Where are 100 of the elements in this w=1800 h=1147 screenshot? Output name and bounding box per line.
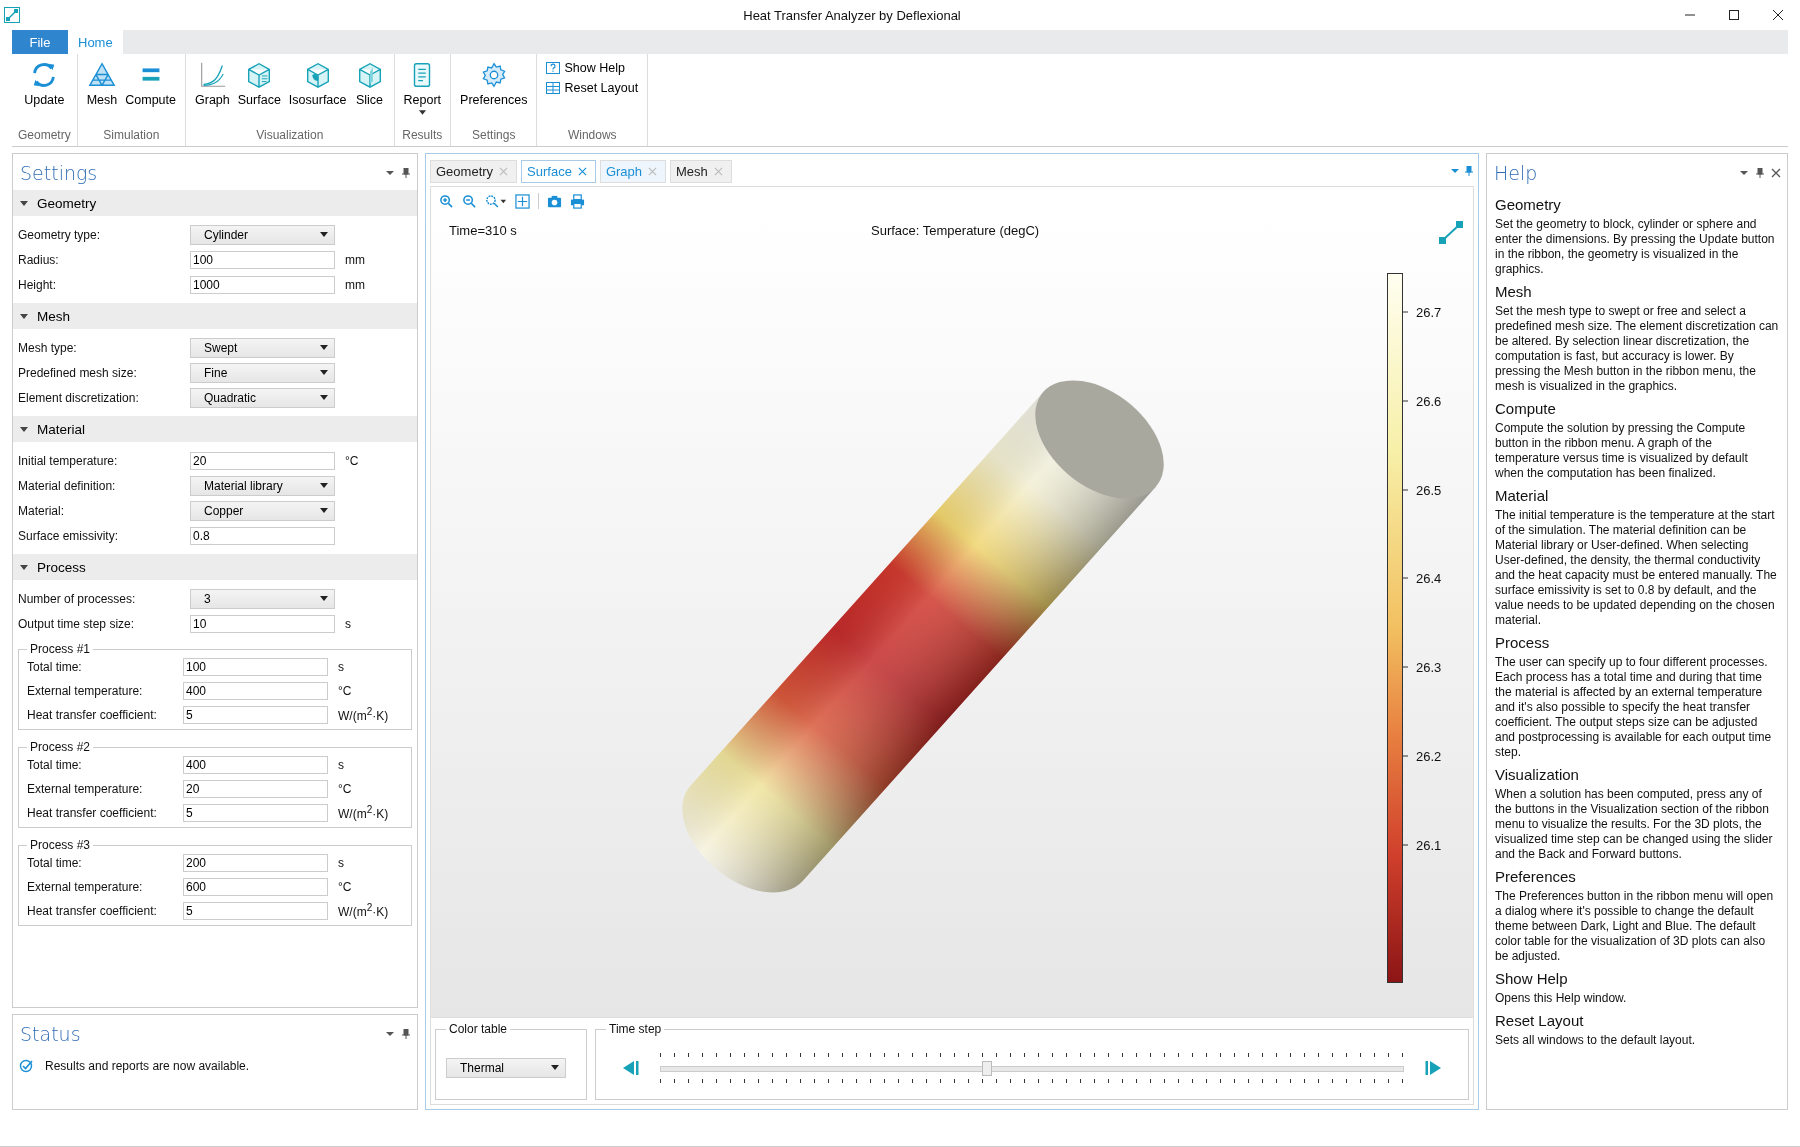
- unit-label: s: [338, 757, 344, 772]
- input-field[interactable]: 20: [190, 451, 335, 470]
- close-icon[interactable]: [1771, 168, 1781, 178]
- pin-icon[interactable]: [1464, 166, 1474, 176]
- app-icon: [4, 7, 20, 23]
- view-tab[interactable]: Geometry: [430, 159, 518, 183]
- input-field[interactable]: 20: [183, 779, 328, 798]
- input-field[interactable]: 200: [183, 853, 328, 872]
- input-field[interactable]: 400: [183, 681, 328, 700]
- help-text: The Preferences button in the ribbon menu will open a dialog where it's possible to change the default theme between Dark, Light and Blue. The default color table for the visualization of 3D plots can also be adjusted.: [1495, 889, 1775, 964]
- help-text: Sets all windows to the default layout.: [1495, 1033, 1697, 1048]
- pin-icon[interactable]: [401, 1029, 411, 1039]
- input-field[interactable]: 5: [183, 901, 328, 920]
- unit-label: W/(m$^{2}$·K): [338, 804, 389, 821]
- group-label: Results: [402, 128, 443, 144]
- zoom-extents-icon[interactable]: [515, 193, 530, 209]
- input-field[interactable]: 5: [183, 705, 328, 724]
- dropdown[interactable]: Quadratic: [190, 387, 335, 408]
- collapse-icon: [19, 562, 29, 572]
- plot-title: Surface: Temperature (degC): [871, 223, 1040, 238]
- input-field[interactable]: 100: [190, 250, 335, 269]
- unit-label: °C: [345, 453, 359, 468]
- legend-label: 26.6: [1416, 393, 1442, 409]
- ribbon-button[interactable]: Show Help: [543, 59, 642, 77]
- field-label: Heat transfer coefficient:: [27, 805, 158, 820]
- zoom-out-icon[interactable]: [462, 193, 477, 209]
- dropdown-icon[interactable]: [385, 1029, 395, 1039]
- ribbon-tab[interactable]: File: [12, 30, 68, 54]
- ribbon-button[interactable]: Preferences: [457, 54, 531, 128]
- field-label: External temperature:: [27, 781, 144, 796]
- help-text: Opens this Help window.: [1495, 991, 1628, 1006]
- caret-icon: [320, 345, 328, 350]
- section-header[interactable]: Process: [13, 554, 417, 580]
- status-message: Results and reports are now available.: [45, 1059, 250, 1073]
- ribbon-button[interactable]: Isosurface: [285, 54, 350, 128]
- field-label: Height:: [18, 277, 58, 292]
- maximize-icon[interactable]: [1728, 9, 1740, 21]
- unit-label: °C: [338, 683, 352, 698]
- input-field[interactable]: 100: [183, 657, 328, 676]
- caret-icon: [320, 508, 328, 513]
- field-label: Radius:: [18, 252, 60, 267]
- collapse-icon: [19, 311, 29, 321]
- caret-icon: [320, 596, 328, 601]
- input-field[interactable]: 1000: [190, 275, 335, 294]
- field-label: Geometry type:: [18, 227, 102, 242]
- help-heading: Compute: [1495, 400, 1557, 417]
- caret-icon: [551, 1065, 559, 1070]
- input-field[interactable]: 400: [183, 755, 328, 774]
- view-tab[interactable]: Mesh: [670, 159, 732, 183]
- field-label: Predefined mesh size:: [18, 365, 138, 380]
- input-field[interactable]: 5: [183, 803, 328, 822]
- group-label: Visualization: [256, 128, 324, 144]
- unit-label: W/(m$^{2}$·K): [338, 902, 389, 919]
- field-label: External temperature:: [27, 879, 144, 894]
- section-header[interactable]: Geometry: [13, 190, 417, 216]
- ribbon-button[interactable]: Surface: [234, 54, 284, 128]
- caret-icon: [320, 395, 328, 400]
- field-label: Surface emissivity:: [18, 528, 120, 543]
- time-slider[interactable]: [660, 1052, 1404, 1083]
- input-field[interactable]: 10: [190, 614, 335, 633]
- axis-icon: [1439, 221, 1463, 245]
- dropdown[interactable]: Thermal: [446, 1057, 566, 1078]
- field-label: Number of processes:: [18, 591, 137, 606]
- legend-label: 26.7: [1416, 304, 1442, 320]
- zoom-in-icon[interactable]: [439, 193, 454, 209]
- section-header[interactable]: Mesh: [13, 303, 417, 329]
- zoom-box-icon[interactable]: [485, 193, 507, 209]
- ribbon-button[interactable]: Graph: [192, 54, 233, 128]
- print-icon[interactable]: [570, 193, 585, 209]
- dropdown[interactable]: Material library: [190, 475, 335, 496]
- section-header[interactable]: Material: [13, 416, 417, 442]
- ribbon-button[interactable]: Update: [21, 54, 68, 128]
- dropdown[interactable]: Cylinder: [190, 224, 335, 245]
- close-icon[interactable]: [1772, 9, 1784, 21]
- camera-icon[interactable]: [547, 193, 562, 209]
- slider-thumb[interactable]: [982, 1060, 993, 1076]
- pin-icon[interactable]: [1755, 168, 1765, 178]
- dropdown[interactable]: Swept: [190, 337, 335, 358]
- ribbon-button[interactable]: Reset Layout: [543, 79, 642, 97]
- help-heading: Geometry: [1495, 196, 1562, 213]
- dropdown[interactable]: Fine: [190, 362, 335, 383]
- input-field[interactable]: 600: [183, 877, 328, 896]
- dropdown[interactable]: 3: [190, 588, 335, 609]
- panel-title: Help: [1494, 162, 1539, 184]
- unit-label: mm: [345, 252, 365, 267]
- input-field[interactable]: 0.8: [190, 526, 335, 545]
- dropdown-icon[interactable]: [385, 168, 395, 178]
- ribbon-button[interactable]: Mesh: [83, 54, 121, 128]
- unit-label: s: [338, 855, 344, 870]
- view-tab[interactable]: Surface: [521, 159, 596, 183]
- ribbon-button[interactable]: Compute: [122, 54, 179, 128]
- help-text: The user can specify up to four different processes. Each process has a total time and during that time the material is affected by an external temperature and it's also possible to specify the heat transfer coefficient. The output steps size can be adjusted and postprocessing is available for each output time step.: [1495, 655, 1773, 760]
- pin-icon[interactable]: [401, 168, 411, 178]
- dropdown[interactable]: Copper: [190, 500, 335, 521]
- ribbon-tab[interactable]: Home: [68, 30, 123, 54]
- ribbon-button[interactable]: Slice: [351, 54, 388, 128]
- dropdown-icon[interactable]: [1450, 166, 1460, 176]
- dropdown-icon[interactable]: [1739, 168, 1749, 178]
- ribbon-button[interactable]: Report: [400, 54, 445, 128]
- group-label: Geometry: [18, 128, 71, 144]
